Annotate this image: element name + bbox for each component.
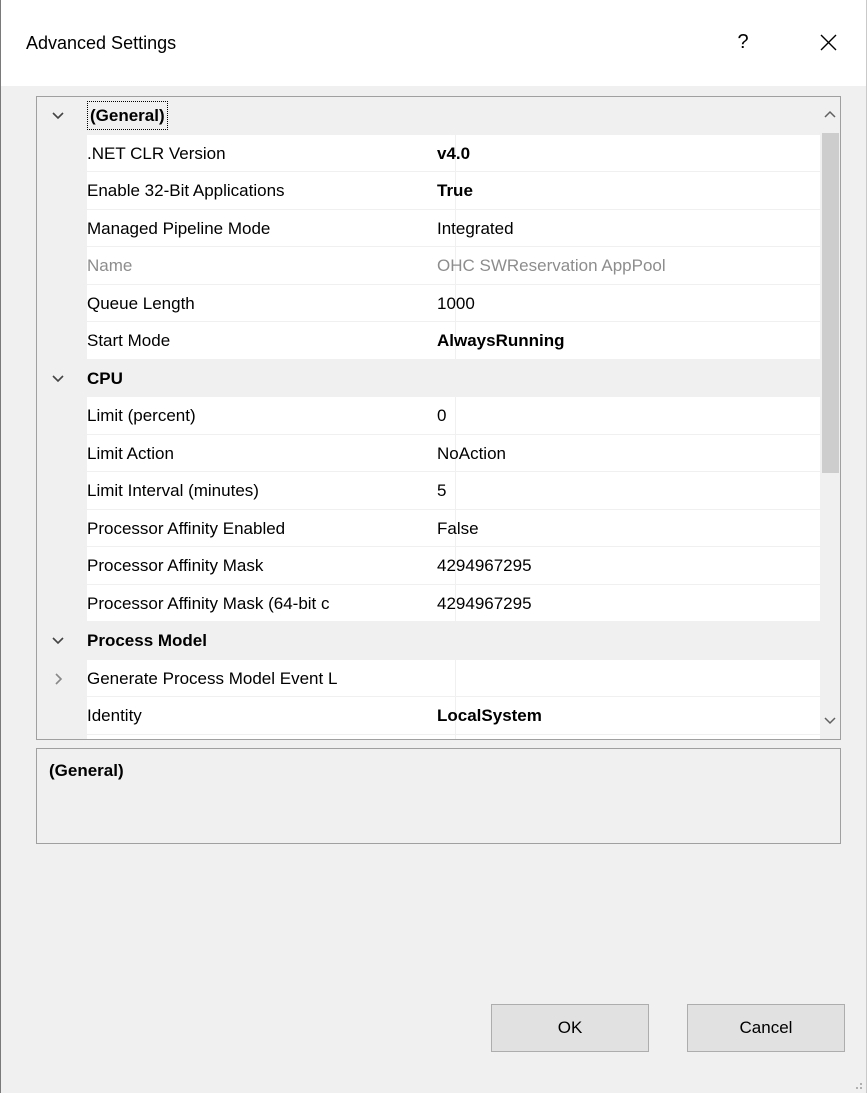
property-name: Enable 32-Bit Applications xyxy=(87,172,456,209)
property-name: Queue Length xyxy=(87,284,456,321)
selected-category-label: (General) xyxy=(87,101,168,130)
property-row[interactable]: Processor Affinity Mask 4294967295 xyxy=(37,547,820,585)
property-value[interactable]: NoAction xyxy=(424,435,820,472)
property-value[interactable]: LocalSystem xyxy=(424,697,820,734)
property-value[interactable]: 4294967295 xyxy=(424,547,820,584)
chevron-right-icon[interactable] xyxy=(51,672,65,685)
category-row[interactable]: (General) xyxy=(37,97,820,135)
ok-button[interactable]: OK xyxy=(491,1004,649,1052)
chevron-down-icon[interactable] xyxy=(51,635,65,647)
category-row[interactable]: CPU xyxy=(37,359,820,397)
row-gutter xyxy=(37,734,87,739)
close-button[interactable] xyxy=(803,22,853,62)
property-row[interactable]: Enable 32-Bit Applications True xyxy=(37,172,820,210)
scroll-down-button[interactable] xyxy=(820,704,840,738)
chevron-down-icon[interactable] xyxy=(51,110,65,122)
property-row[interactable]: Queue Length 1000 xyxy=(37,284,820,322)
property-row[interactable]: Name OHC SWReservation AppPool xyxy=(37,247,820,285)
property-row[interactable]: Limit (percent) 0 xyxy=(37,397,820,435)
property-name: Processor Affinity Enabled xyxy=(87,509,456,546)
row-gutter xyxy=(37,509,87,546)
property-row[interactable]: Identity LocalSystem xyxy=(37,697,820,735)
property-name: Start Mode xyxy=(87,322,456,359)
description-panel: (General) xyxy=(36,748,841,844)
property-value[interactable]: AlwaysRunning xyxy=(424,322,820,359)
row-gutter xyxy=(37,434,87,471)
property-row[interactable]: Generate Process Model Event L xyxy=(37,659,820,697)
property-value[interactable] xyxy=(424,660,820,697)
property-row[interactable]: Managed Pipeline Mode Integrated xyxy=(37,209,820,247)
category-label: (General) xyxy=(87,97,456,135)
property-value[interactable]: 0 xyxy=(424,397,820,434)
description-title: (General) xyxy=(49,761,124,780)
property-row[interactable]: Processor Affinity Enabled False xyxy=(37,509,820,547)
property-name: Managed Pipeline Mode xyxy=(87,209,456,246)
help-button[interactable]: ? xyxy=(723,22,763,62)
row-gutter xyxy=(37,472,87,509)
property-row[interactable]: Idle Time-out (minutes)20 xyxy=(37,734,820,740)
property-name: Generate Process Model Event L xyxy=(87,659,456,696)
property-value[interactable]: OHC SWReservation AppPool xyxy=(424,247,820,284)
property-row[interactable]: Limit Action NoAction xyxy=(37,434,820,472)
category-label: CPU xyxy=(87,368,123,388)
resize-grip-icon[interactable] xyxy=(851,1078,863,1090)
close-icon xyxy=(820,34,837,51)
row-gutter xyxy=(37,397,87,434)
row-gutter xyxy=(37,209,87,246)
property-name: Limit Action xyxy=(87,434,456,471)
chevron-down-icon[interactable] xyxy=(51,373,65,385)
row-gutter xyxy=(37,247,87,284)
property-name: Identity xyxy=(87,697,456,734)
chevron-up-icon xyxy=(824,110,836,118)
row-gutter xyxy=(37,284,87,321)
scroll-thumb[interactable] xyxy=(822,133,839,473)
property-name: Name xyxy=(87,247,456,284)
category-row[interactable]: Process Model xyxy=(37,622,820,660)
vertical-scrollbar[interactable] xyxy=(820,97,840,739)
property-value[interactable]: 20 xyxy=(424,735,820,740)
property-value[interactable]: 1000 xyxy=(424,285,820,322)
property-name: .NET CLR Version xyxy=(87,134,456,171)
property-value[interactable]: 5 xyxy=(424,472,820,509)
property-value[interactable]: 4294967295 xyxy=(424,585,820,622)
chevron-down-icon xyxy=(824,717,836,725)
property-grid[interactable]: Maximum Worker Processes1Load User Profi… xyxy=(36,96,841,740)
property-row[interactable]: Start Mode AlwaysRunning xyxy=(37,322,820,360)
property-value[interactable]: v4.0 xyxy=(424,135,820,172)
property-row[interactable]: Limit Interval (minutes) 5 xyxy=(37,472,820,510)
row-gutter xyxy=(37,322,87,359)
property-name: Idle Time-out (minutes) xyxy=(87,734,456,739)
property-value[interactable]: Integrated xyxy=(424,210,820,247)
scroll-up-button[interactable] xyxy=(820,97,840,131)
row-gutter xyxy=(37,584,87,621)
row-gutter xyxy=(37,134,87,171)
title-bar: Advanced Settings ? xyxy=(1,0,866,86)
row-gutter xyxy=(37,172,87,209)
row-gutter xyxy=(37,547,87,584)
cancel-button[interactable]: Cancel xyxy=(687,1004,845,1052)
property-name: Limit Interval (minutes) xyxy=(87,472,456,509)
dialog-title: Advanced Settings xyxy=(26,33,177,53)
property-value[interactable]: False xyxy=(424,510,820,547)
advanced-settings-dialog: Advanced Settings ? Maximum Worker Proce… xyxy=(0,0,867,1093)
property-name: Processor Affinity Mask xyxy=(87,547,456,584)
property-name: Processor Affinity Mask (64-bit c xyxy=(87,584,456,621)
property-row[interactable]: .NET CLR Version v4.0 xyxy=(37,134,820,172)
property-value[interactable]: True xyxy=(424,172,820,209)
property-row[interactable]: Processor Affinity Mask (64-bit c 4294967… xyxy=(37,584,820,622)
row-gutter xyxy=(37,697,87,734)
category-label: Process Model xyxy=(87,631,207,650)
property-name: Limit (percent) xyxy=(87,397,456,434)
